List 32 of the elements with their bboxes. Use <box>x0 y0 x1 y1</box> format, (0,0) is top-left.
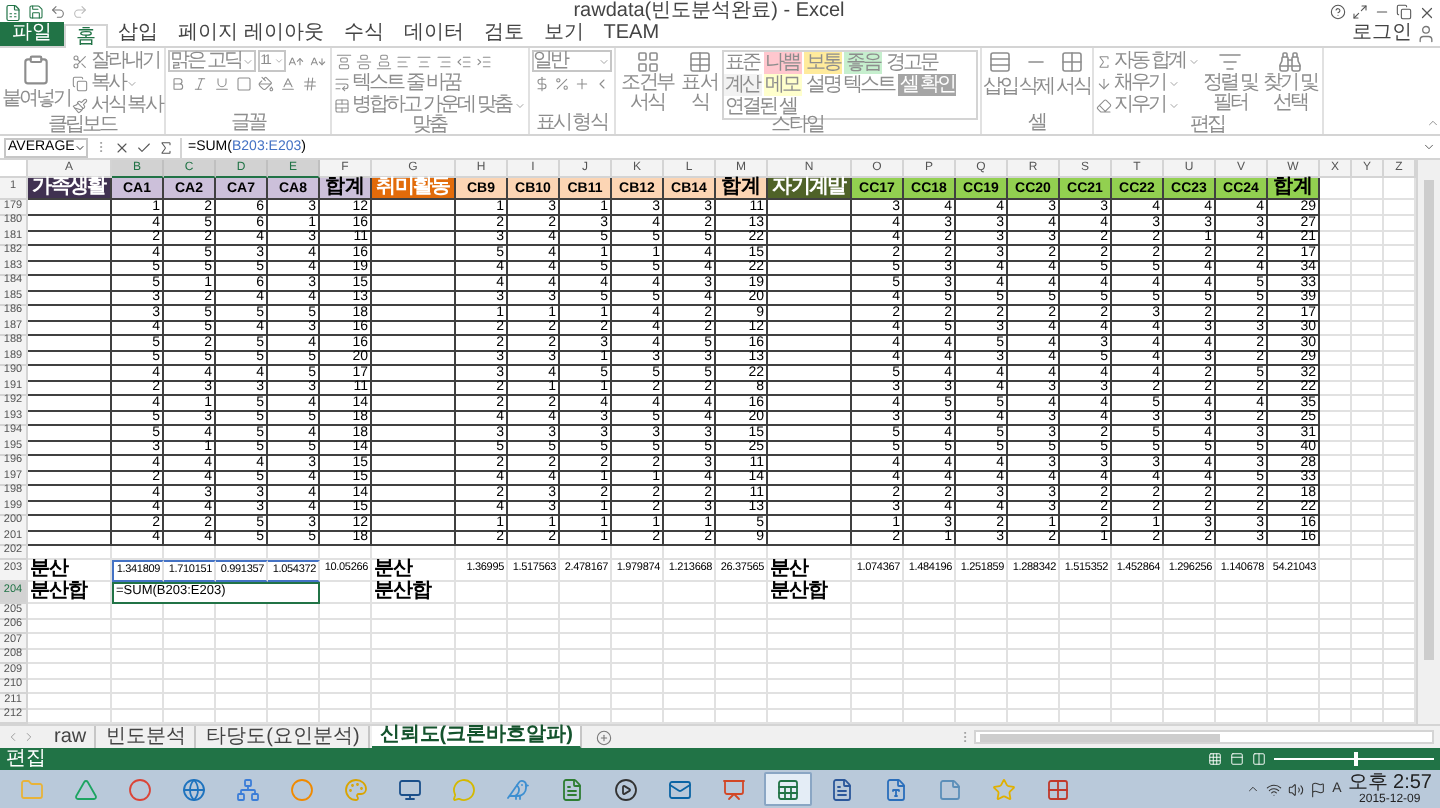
ribbon-tab[interactable]: 삽입 <box>108 22 168 46</box>
row-label: 분산합 <box>372 582 456 604</box>
ribbon-tab[interactable]: 파일 <box>0 22 64 46</box>
column-heading: 합계 <box>1268 178 1320 200</box>
column-heading: 합계 <box>320 178 372 200</box>
column-heading: 가족생활 <box>28 178 112 200</box>
ribbon-tab[interactable]: 홈 <box>64 24 108 48</box>
ribbon-tab[interactable]: TEAM <box>593 22 670 46</box>
window-title: rawdata(빈도분석완료) - Excel <box>571 2 847 22</box>
column-heading: 합계 <box>716 178 768 200</box>
group-label: 글꼴 <box>228 112 268 134</box>
group-label: 셀 <box>1025 112 1048 134</box>
row-label: 분산합 <box>768 582 852 604</box>
group-label: 클립보드 <box>45 114 120 136</box>
row-label: 분산 <box>28 560 112 582</box>
ribbon-tab[interactable]: 검토 <box>473 22 534 46</box>
sign-in-link[interactable]: 로그인 <box>1352 22 1412 46</box>
column-heading: 취미활동 <box>372 178 456 200</box>
status-mode: 편집 <box>6 749 46 769</box>
sheet-tab[interactable]: 신뢰도(크론바흐알파) <box>371 725 583 749</box>
row-label: 분산 <box>372 560 456 582</box>
ribbon-tab[interactable]: 수식 <box>333 22 394 46</box>
ribbon-tab[interactable]: 보기 <box>533 22 594 46</box>
column-heading: 자기계발 <box>768 178 852 200</box>
ribbon-tab[interactable]: 데이터 <box>393 22 474 46</box>
group-label: 스타일 <box>771 114 826 136</box>
group-label: 맞춤 <box>410 114 450 136</box>
group-label: 표시 형식 <box>533 112 609 134</box>
row-label: 분산 <box>768 560 852 582</box>
ribbon-tab[interactable]: 페이지 레이아웃 <box>168 22 334 46</box>
group-label: 편집 <box>1188 114 1227 136</box>
clock-time: 오후 2:57 <box>1347 773 1432 793</box>
